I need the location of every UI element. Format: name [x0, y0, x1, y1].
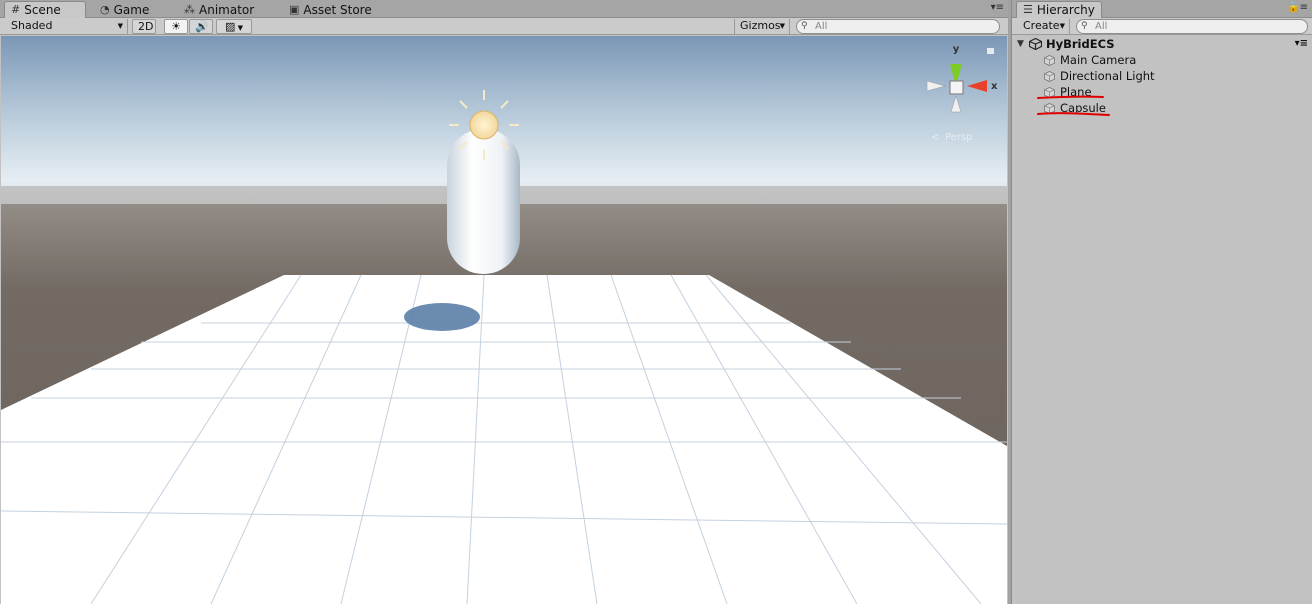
list-item[interactable]: Capsule: [1012, 100, 1312, 116]
scene-search-placeholder: All: [815, 21, 828, 32]
object-label-main-camera: Main Camera: [1060, 53, 1137, 67]
scene-root-row[interactable]: ▼ HyBridECS ▾≡: [1012, 36, 1312, 52]
grid-icon: #: [11, 3, 21, 16]
sun-icon: ☀: [171, 20, 181, 33]
scene-menu-icon[interactable]: ▾≡: [1295, 36, 1308, 52]
gameobject-cube-icon: [1044, 55, 1055, 66]
audio-toggle-button[interactable]: 🔊: [189, 19, 213, 34]
gizmos-label: Gizmos: [740, 19, 781, 32]
search-icon: ⚲: [801, 21, 808, 31]
draw-mode-label: Shaded: [11, 19, 53, 32]
image-icon: ▨: [224, 20, 236, 33]
capsule-shadow: [404, 303, 480, 331]
scene-panel: # Scene ◔ Game ⁂ Animator ▣ Asset Store …: [0, 0, 1008, 604]
pacman-icon: ◔: [100, 2, 110, 16]
create-label: Create: [1023, 19, 1060, 32]
object-label-directional-light: Directional Light: [1060, 69, 1155, 83]
scene-view-canvas[interactable]: y x Persp <: [1, 36, 1007, 604]
gizmo-center-cube: [949, 80, 964, 95]
scene-toolbar: Shaded ▼ 2D ☀ 🔊 ▨ ▼ Gizmos ▼ ⚲ All: [0, 18, 1008, 35]
animator-icon: ⁂: [184, 2, 195, 16]
hierarchy-search-input[interactable]: ⚲ All: [1076, 19, 1308, 34]
gizmos-dropdown[interactable]: Gizmos ▼: [734, 19, 790, 34]
chevron-left-icon: <: [931, 132, 939, 143]
panel-menu-icon[interactable]: 🔒≡: [1287, 2, 1308, 13]
tab-asset-store[interactable]: ▣ Asset Store: [283, 1, 378, 18]
scene-viewport[interactable]: y x Persp <: [1, 36, 1007, 604]
speaker-icon: 🔊: [195, 20, 209, 33]
unity-scene-icon: [1029, 38, 1042, 50]
object-label-capsule: Capsule: [1060, 101, 1106, 115]
tab-scene-label: Scene: [24, 3, 61, 17]
scene-tabbar: # Scene ◔ Game ⁂ Animator ▣ Asset Store …: [0, 0, 1008, 18]
hierarchy-search-placeholder: All: [1095, 21, 1108, 32]
tab-animator[interactable]: ⁂ Animator: [178, 1, 260, 18]
gameobject-cube-icon: [1044, 87, 1055, 98]
hierarchy-tabbar: ☰ Hierarchy 🔒≡: [1012, 0, 1312, 18]
create-dropdown[interactable]: Create ▼: [1018, 19, 1070, 34]
chevron-down-icon: ▼: [117, 22, 123, 30]
projection-label: Persp: [945, 132, 973, 143]
store-icon: ▣: [289, 2, 300, 16]
lock-icon: [987, 48, 994, 54]
list-item[interactable]: Plane: [1012, 84, 1312, 100]
effects-dropdown-button[interactable]: ▨ ▼: [216, 19, 252, 34]
foldout-arrow-icon[interactable]: ▼: [1017, 36, 1024, 52]
tab-scene[interactable]: # Scene: [4, 1, 86, 18]
tab-game-label: Game: [113, 2, 150, 17]
list-item[interactable]: Main Camera: [1012, 52, 1312, 68]
draw-mode-dropdown[interactable]: Shaded ▼: [6, 19, 128, 34]
lighting-toggle-button[interactable]: ☀: [164, 19, 188, 34]
chevron-down-icon: ▼: [1059, 22, 1065, 30]
x-axis-label: x: [991, 81, 998, 92]
tab-game[interactable]: ◔ Game: [94, 1, 155, 18]
y-axis-label: y: [953, 44, 960, 55]
chevron-down-icon: ▼: [779, 22, 785, 30]
object-label-plane: Plane: [1060, 85, 1092, 99]
tab-hierarchy[interactable]: ☰ Hierarchy: [1016, 1, 1102, 18]
gameobject-cube-icon: [1044, 71, 1055, 82]
scene-search-input[interactable]: ⚲ All: [796, 19, 1000, 34]
list-icon: ☰: [1023, 3, 1033, 16]
hierarchy-toolbar: Create ▼ ⚲ All: [1012, 18, 1312, 35]
panel-menu-icon[interactable]: ▾≡: [991, 2, 1004, 13]
gameobject-cube-icon: [1044, 103, 1055, 114]
2d-toggle-button[interactable]: 2D: [132, 19, 156, 34]
scene-name: HyBridECS: [1046, 37, 1115, 51]
list-item[interactable]: Directional Light: [1012, 68, 1312, 84]
hierarchy-panel: ☰ Hierarchy 🔒≡ Create ▼ ⚲ All ▼ HyBridEC…: [1011, 0, 1312, 604]
tab-hierarchy-label: Hierarchy: [1036, 3, 1095, 17]
tab-asset-store-label: Asset Store: [303, 2, 372, 17]
search-icon: ⚲: [1081, 21, 1088, 31]
hierarchy-tree: ▼ HyBridECS ▾≡ Main Camera Directional L…: [1012, 36, 1312, 116]
tab-animator-label: Animator: [199, 2, 255, 17]
